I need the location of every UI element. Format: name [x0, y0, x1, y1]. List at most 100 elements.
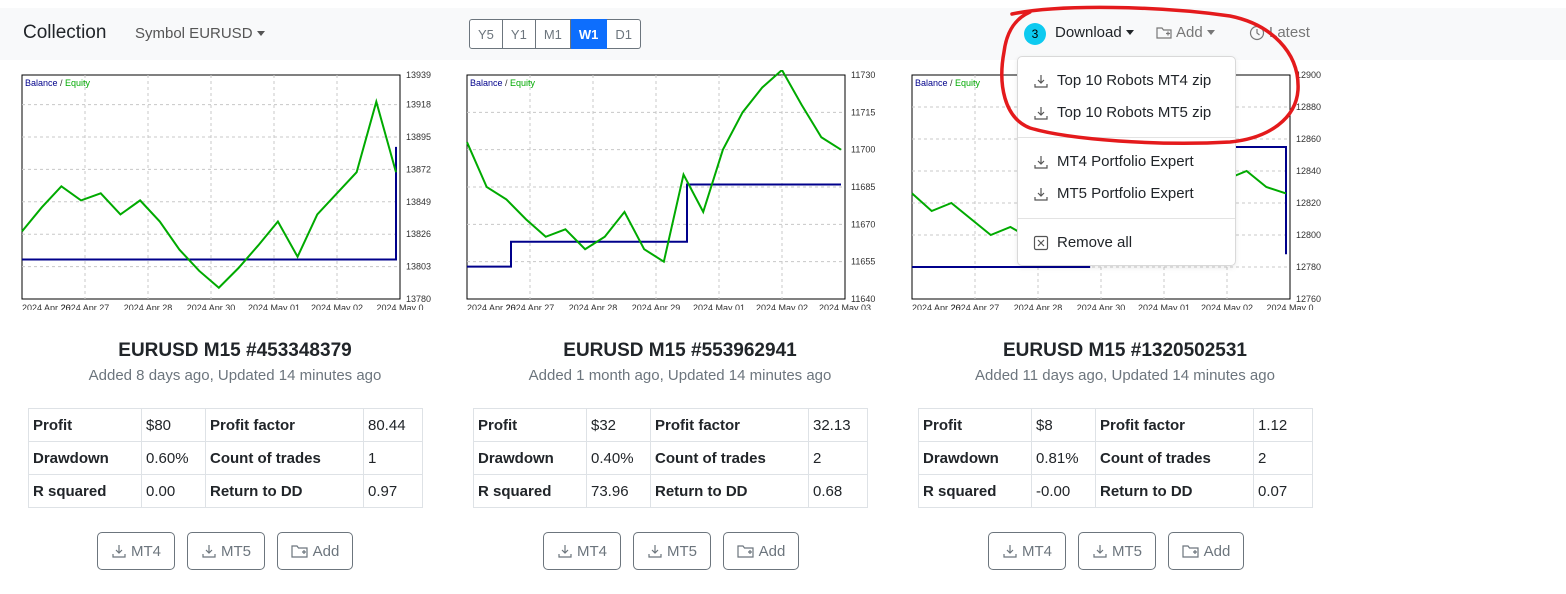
legend-balance: Balance: [470, 78, 503, 88]
stat-label: Count of trades: [1095, 441, 1254, 475]
period-button-y5[interactable]: Y5: [469, 19, 503, 49]
y-tick-label: 12860: [1296, 134, 1321, 144]
download-icon: [558, 545, 572, 558]
x-tick-label: 2024 May 0: [1266, 303, 1313, 310]
period-button-m1[interactable]: M1: [535, 19, 571, 49]
stat-value: 80.44: [363, 408, 423, 442]
folder-plus-icon: [737, 545, 754, 558]
robot-title: EURUSD M15 #1320502531: [1003, 340, 1247, 361]
download-mt5-button[interactable]: MT5: [187, 532, 265, 570]
x-tick-label: 2024 Apr 27: [506, 303, 555, 310]
button-label: MT4: [577, 542, 607, 560]
download-mt5-button[interactable]: MT5: [633, 532, 711, 570]
download-mt4-button[interactable]: MT4: [543, 532, 621, 570]
x-tick-label: 2024 Apr 30: [1077, 303, 1126, 310]
dropdown-item-mt4-portfolio[interactable]: MT4 Portfolio Expert: [1033, 153, 1194, 170]
legend-equity: Equity: [65, 78, 91, 88]
stat-value: 32.13: [808, 408, 868, 442]
symbol-dropdown[interactable]: Symbol EURUSD: [135, 25, 265, 42]
add-dropdown-toggle[interactable]: Add: [1156, 24, 1215, 41]
legend-separator: /: [58, 78, 66, 88]
download-icon: [1034, 74, 1048, 88]
download-mt4-button[interactable]: MT4: [988, 532, 1066, 570]
x-tick-label: 2024 Apr 28: [124, 303, 173, 310]
x-tick-label: 2024 May 01: [693, 303, 745, 310]
stats-table: Profit $8 Profit factor 1.12 Drawdown 0.81% Co…: [918, 408, 1313, 508]
x-tick-label: 2024 Apr 28: [569, 303, 618, 310]
add-button[interactable]: Add: [1168, 532, 1244, 570]
y-tick-label: 12840: [1296, 166, 1321, 176]
folder-plus-icon: [1156, 27, 1172, 39]
dropdown-divider: [1018, 137, 1235, 138]
download-icon: [202, 545, 216, 558]
stats-table: Profit $80 Profit factor 80.44 Drawdown 0.60%…: [28, 408, 423, 508]
download-icon: [1093, 545, 1107, 558]
x-tick-label: 2024 May 01: [1138, 303, 1190, 310]
dropdown-item-mt5-zip[interactable]: Top 10 Robots MT5 zip: [1033, 104, 1211, 121]
button-label: Add: [758, 542, 786, 560]
x-tick-label: 2024 May 0: [376, 303, 423, 310]
y-tick-label: 11655: [851, 257, 875, 267]
download-label: Download: [1055, 24, 1122, 41]
robot-subtitle: Added 8 days ago, Updated 14 minutes ago: [88, 367, 382, 384]
y-tick-label: 12880: [1296, 102, 1321, 112]
download-mt5-button[interactable]: MT5: [1078, 532, 1156, 570]
dropdown-item-label: MT5 Portfolio Expert: [1057, 185, 1194, 202]
symbol-label: Symbol EURUSD: [135, 25, 253, 42]
download-dropdown-menu: Top 10 Robots MT4 zip Top 10 Robots MT5 …: [1017, 56, 1236, 266]
stat-label: Profit factor: [205, 408, 364, 442]
stat-value: 0.97: [363, 474, 423, 508]
download-icon: [1003, 545, 1017, 558]
robot-title: EURUSD M15 #453348379: [118, 340, 352, 361]
table-row: Drawdown 0.81% Count of trades 2: [918, 441, 1313, 475]
stat-value: 2: [1253, 441, 1313, 475]
dropdown-item-label: Remove all: [1057, 234, 1133, 251]
legend-equity: Equity: [955, 78, 981, 88]
stat-label: R squared: [473, 474, 587, 508]
stat-label: Profit: [473, 408, 587, 442]
stat-label: Profit: [918, 408, 1032, 442]
card-actions: MT4 MT5 Add: [543, 532, 799, 570]
download-mt4-button[interactable]: MT4: [97, 532, 175, 570]
page-title: Collection: [23, 22, 107, 43]
button-label: MT4: [131, 542, 161, 560]
stat-value: 1: [363, 441, 423, 475]
stat-value: 0.07: [1253, 474, 1313, 508]
dropdown-item-label: Top 10 Robots MT4 zip: [1057, 72, 1212, 89]
stat-label: Return to DD: [205, 474, 364, 508]
legend-balance: Balance: [25, 78, 58, 88]
y-tick-label: 13803: [406, 262, 431, 272]
y-tick-label: 12780: [1296, 262, 1321, 272]
stat-label: Return to DD: [650, 474, 809, 508]
latest-link[interactable]: Latest: [1249, 24, 1310, 41]
balance-equity-chart: 117301171511700116851167011655116402024 …: [466, 70, 875, 310]
dropdown-item-mt4-zip[interactable]: Top 10 Robots MT4 zip: [1033, 72, 1211, 89]
period-button-d1[interactable]: D1: [607, 19, 641, 49]
latest-label: Latest: [1269, 24, 1310, 41]
button-label: MT4: [1022, 542, 1052, 560]
y-tick-label: 12800: [1296, 230, 1321, 240]
stats-table: Profit $32 Profit factor 32.13 Drawdown 0.40%…: [473, 408, 868, 508]
period-button-y1[interactable]: Y1: [502, 19, 536, 49]
stat-label: Profit factor: [650, 408, 809, 442]
stat-label: R squared: [28, 474, 142, 508]
robot-title: EURUSD M15 #553962941: [563, 340, 797, 361]
legend-balance: Balance: [915, 78, 948, 88]
card-actions: MT4 MT5 Add: [97, 532, 353, 570]
x-tick-label: 2024 May 01: [248, 303, 300, 310]
stat-value: 0.00: [141, 474, 206, 508]
y-tick-label: 13849: [406, 197, 431, 207]
stat-value: 1.12: [1253, 408, 1313, 442]
add-button[interactable]: Add: [277, 532, 353, 570]
dropdown-item-mt5-portfolio[interactable]: MT5 Portfolio Expert: [1033, 185, 1194, 202]
stat-label: Count of trades: [205, 441, 364, 475]
add-button[interactable]: Add: [723, 532, 799, 570]
y-tick-label: 13895: [406, 132, 431, 142]
period-button-w1[interactable]: W1: [570, 19, 608, 49]
dropdown-item-remove-all[interactable]: Remove all: [1033, 234, 1132, 251]
balance-equity-chart: 1393913918138951387213849138261380313780…: [21, 70, 431, 310]
caret-down-icon: [256, 30, 265, 36]
dropdown-divider: [1018, 218, 1235, 219]
y-tick-label: 11730: [851, 70, 875, 80]
download-dropdown-toggle[interactable]: Download: [1055, 24, 1134, 41]
